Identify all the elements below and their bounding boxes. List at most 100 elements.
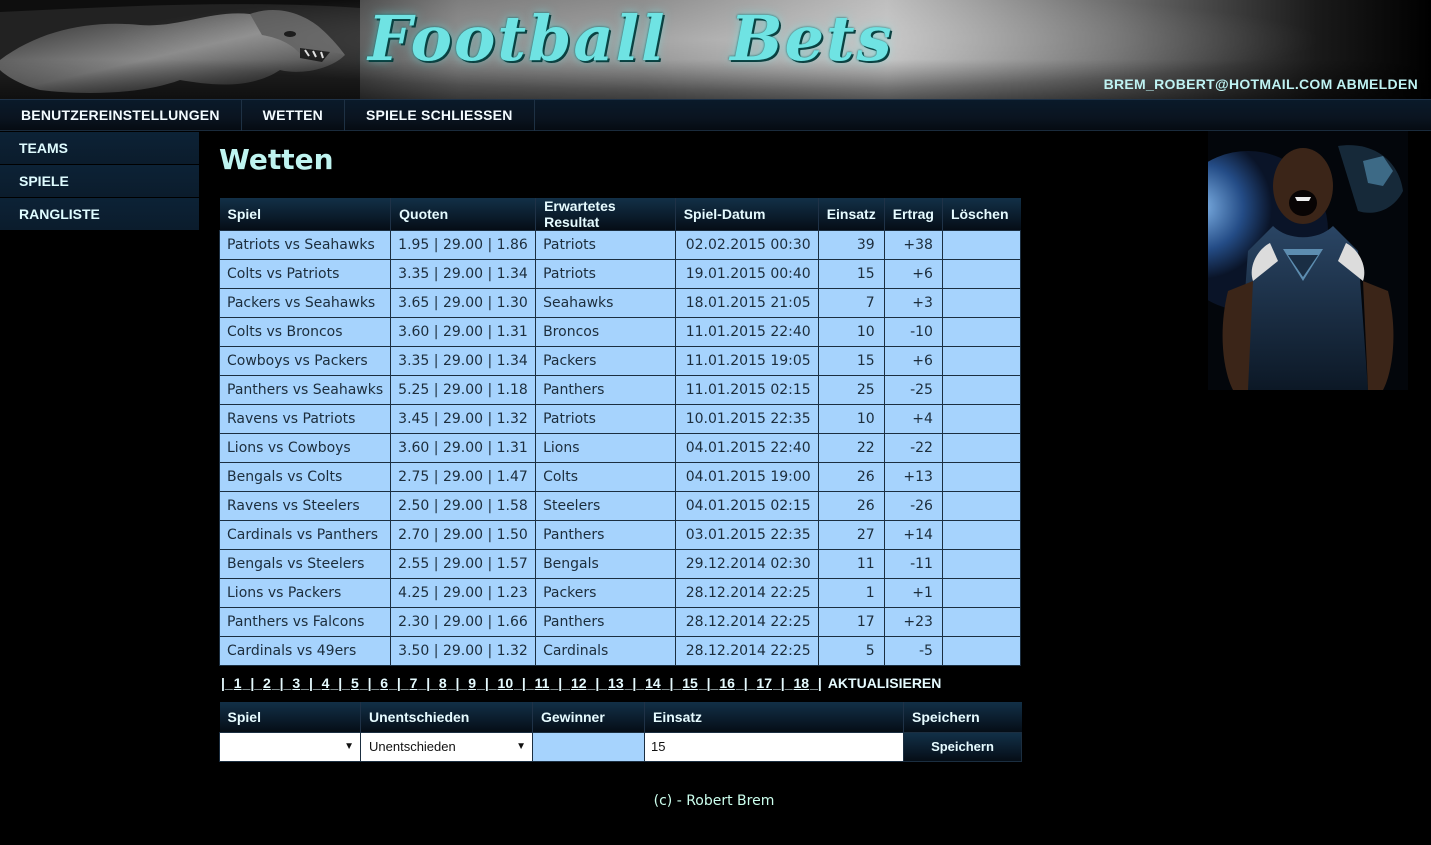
nav-item-spiele-schliessen[interactable]: SPIELE SCHLIESSEN (345, 100, 535, 131)
cell-loeschen[interactable] (941, 433, 1022, 463)
result-select[interactable]: Unentschieden ▼ (361, 732, 532, 761)
cell-einsatz: 10 (817, 317, 885, 347)
cell-loeschen[interactable] (941, 317, 1022, 347)
pager-separator: | (780, 675, 785, 691)
sidebar-item-teams[interactable]: TEAMS (0, 132, 199, 165)
form-header-spiel: Spiel (219, 702, 361, 732)
user-email-link[interactable]: BREM_ROBERT@HOTMAIL.COM (1104, 76, 1333, 92)
cell-loeschen[interactable] (941, 549, 1022, 579)
refresh-link[interactable]: AKTUALISIEREN (828, 675, 942, 691)
pager-separator: | (521, 675, 526, 691)
side-navigation: TEAMS SPIELE RANGLISTE (0, 132, 199, 231)
column-header-spiel-datum[interactable]: Spiel-Datum (675, 198, 819, 231)
cell-quoten: 4.25 | 29.00 | 1.23 (390, 578, 537, 608)
column-header-erwartetes-resultat[interactable]: Erwartetes Resultat (535, 198, 676, 231)
cell-quoten: 3.35 | 29.00 | 1.34 (390, 346, 537, 376)
form-header-gewinner: Gewinner (532, 702, 645, 732)
page-link-10[interactable]: 10 (497, 675, 515, 691)
cell-loeschen[interactable] (941, 607, 1022, 637)
cell-quoten: 1.95 | 29.00 | 1.86 (390, 230, 537, 260)
pager-separator: | (484, 675, 489, 691)
cell-ertrag: -10 (883, 317, 943, 347)
column-header-quoten[interactable]: Quoten (390, 198, 537, 231)
page-link-1[interactable]: 1 (233, 675, 243, 691)
pager-separator: | (455, 675, 460, 691)
cell-loeschen[interactable] (941, 288, 1022, 318)
table-row: Colts vs Patriots 3.35 | 29.00 | 1.34 Patr… (218, 259, 1022, 289)
table-row: Bengals vs Steelers 2.55 | 29.00 | 1.57 Be… (218, 549, 1022, 579)
pager-separator: | (817, 675, 822, 691)
cell-loeschen[interactable] (941, 462, 1022, 492)
page-link-4[interactable]: 4 (321, 675, 331, 691)
page-link-8[interactable]: 8 (438, 675, 448, 691)
sidebar-item-spiele[interactable]: SPIELE (0, 165, 199, 198)
page-link-17[interactable]: 17 (755, 675, 773, 691)
page-link-18[interactable]: 18 (793, 675, 811, 691)
cell-ertrag: +23 (883, 607, 943, 637)
result-select-value: Unentschieden (369, 738, 456, 754)
cell-spiel: Bengals vs Colts (218, 462, 392, 492)
save-button[interactable]: Speichern (904, 732, 1021, 761)
cell-spiel-datum: 18.01.2015 21:05 (674, 288, 819, 318)
cell-loeschen[interactable] (941, 375, 1022, 405)
site-header: Football Bets BREM_ROBERT@HOTMAIL.COM AB… (0, 0, 1431, 99)
pager-separator: | (367, 675, 372, 691)
column-header-ertrag[interactable]: Ertrag (884, 198, 943, 231)
cell-einsatz: 5 (817, 636, 885, 666)
cell-erwartetes-resultat: Patriots (535, 404, 676, 434)
cell-spiel: Ravens vs Patriots (218, 404, 392, 434)
table-row: Lions vs Packers 4.25 | 29.00 | 1.23 Packe… (218, 578, 1022, 608)
cell-ertrag: +38 (883, 230, 943, 260)
site-logo[interactable]: Football Bets (368, 2, 894, 75)
table-row: Cardinals vs Panthers 2.70 | 29.00 | 1.50… (218, 520, 1022, 550)
bets-table-body: Patriots vs Seahawks 1.95 | 29.00 | 1.86 P… (218, 230, 1022, 666)
page-link-11[interactable]: 11 (534, 675, 551, 691)
cell-loeschen[interactable] (941, 259, 1022, 289)
table-row: Cowboys vs Packers 3.35 | 29.00 | 1.34 Pac… (218, 346, 1022, 376)
cell-loeschen[interactable] (941, 491, 1022, 521)
column-header-loeschen[interactable]: Löschen (942, 198, 1021, 231)
winner-field[interactable] (533, 732, 644, 761)
page-link-15[interactable]: 15 (681, 675, 699, 691)
page-link-3[interactable]: 3 (291, 675, 301, 691)
sidebar-item-rangliste[interactable]: RANGLISTE (0, 198, 199, 231)
cell-erwartetes-resultat: Panthers (535, 520, 676, 550)
logout-link[interactable]: ABMELDEN (1336, 76, 1418, 92)
cell-quoten: 5.25 | 29.00 | 1.18 (390, 375, 537, 405)
column-header-einsatz[interactable]: Einsatz (818, 198, 885, 231)
pager-separator: | (308, 675, 313, 691)
nav-item-wetten[interactable]: WETTEN (242, 100, 345, 131)
page-link-16[interactable]: 16 (718, 675, 736, 691)
page-link-12[interactable]: 12 (570, 675, 588, 691)
stake-input[interactable]: 15 (645, 732, 903, 761)
page-link-9[interactable]: 9 (467, 675, 477, 691)
cell-loeschen[interactable] (941, 346, 1022, 376)
cell-quoten: 2.75 | 29.00 | 1.47 (390, 462, 537, 492)
cell-spiel: Lions vs Cowboys (218, 433, 392, 463)
page-link-14[interactable]: 14 (644, 675, 662, 691)
cell-einsatz: 26 (817, 491, 885, 521)
page-link-5[interactable]: 5 (350, 675, 360, 691)
cell-spiel: Colts vs Patriots (218, 259, 392, 289)
cell-spiel-datum: 11.01.2015 02:15 (674, 375, 819, 405)
cell-spiel: Cardinals vs 49ers (218, 636, 392, 666)
page-link-7[interactable]: 7 (409, 675, 419, 691)
column-header-spiel[interactable]: Spiel (219, 198, 392, 231)
cell-quoten: 3.60 | 29.00 | 1.31 (390, 317, 537, 347)
cell-einsatz: 17 (817, 607, 885, 637)
cell-loeschen[interactable] (941, 404, 1022, 434)
cell-loeschen[interactable] (941, 578, 1022, 608)
cell-erwartetes-resultat: Seahawks (535, 288, 676, 318)
cell-erwartetes-resultat: Colts (535, 462, 676, 492)
cell-loeschen[interactable] (941, 230, 1022, 260)
page-link-6[interactable]: 6 (379, 675, 389, 691)
cell-loeschen[interactable] (941, 520, 1022, 550)
page-link-2[interactable]: 2 (262, 675, 272, 691)
player-superman-shirt-image (1208, 131, 1408, 390)
form-header-unentschieden: Unentschieden (360, 702, 533, 732)
cell-ertrag: +4 (883, 404, 943, 434)
game-select[interactable]: ▼ (220, 732, 360, 761)
page-link-13[interactable]: 13 (607, 675, 625, 691)
nav-item-benutzereinstellungen[interactable]: BENUTZEREINSTELLUNGEN (0, 100, 242, 131)
cell-loeschen[interactable] (941, 636, 1022, 666)
